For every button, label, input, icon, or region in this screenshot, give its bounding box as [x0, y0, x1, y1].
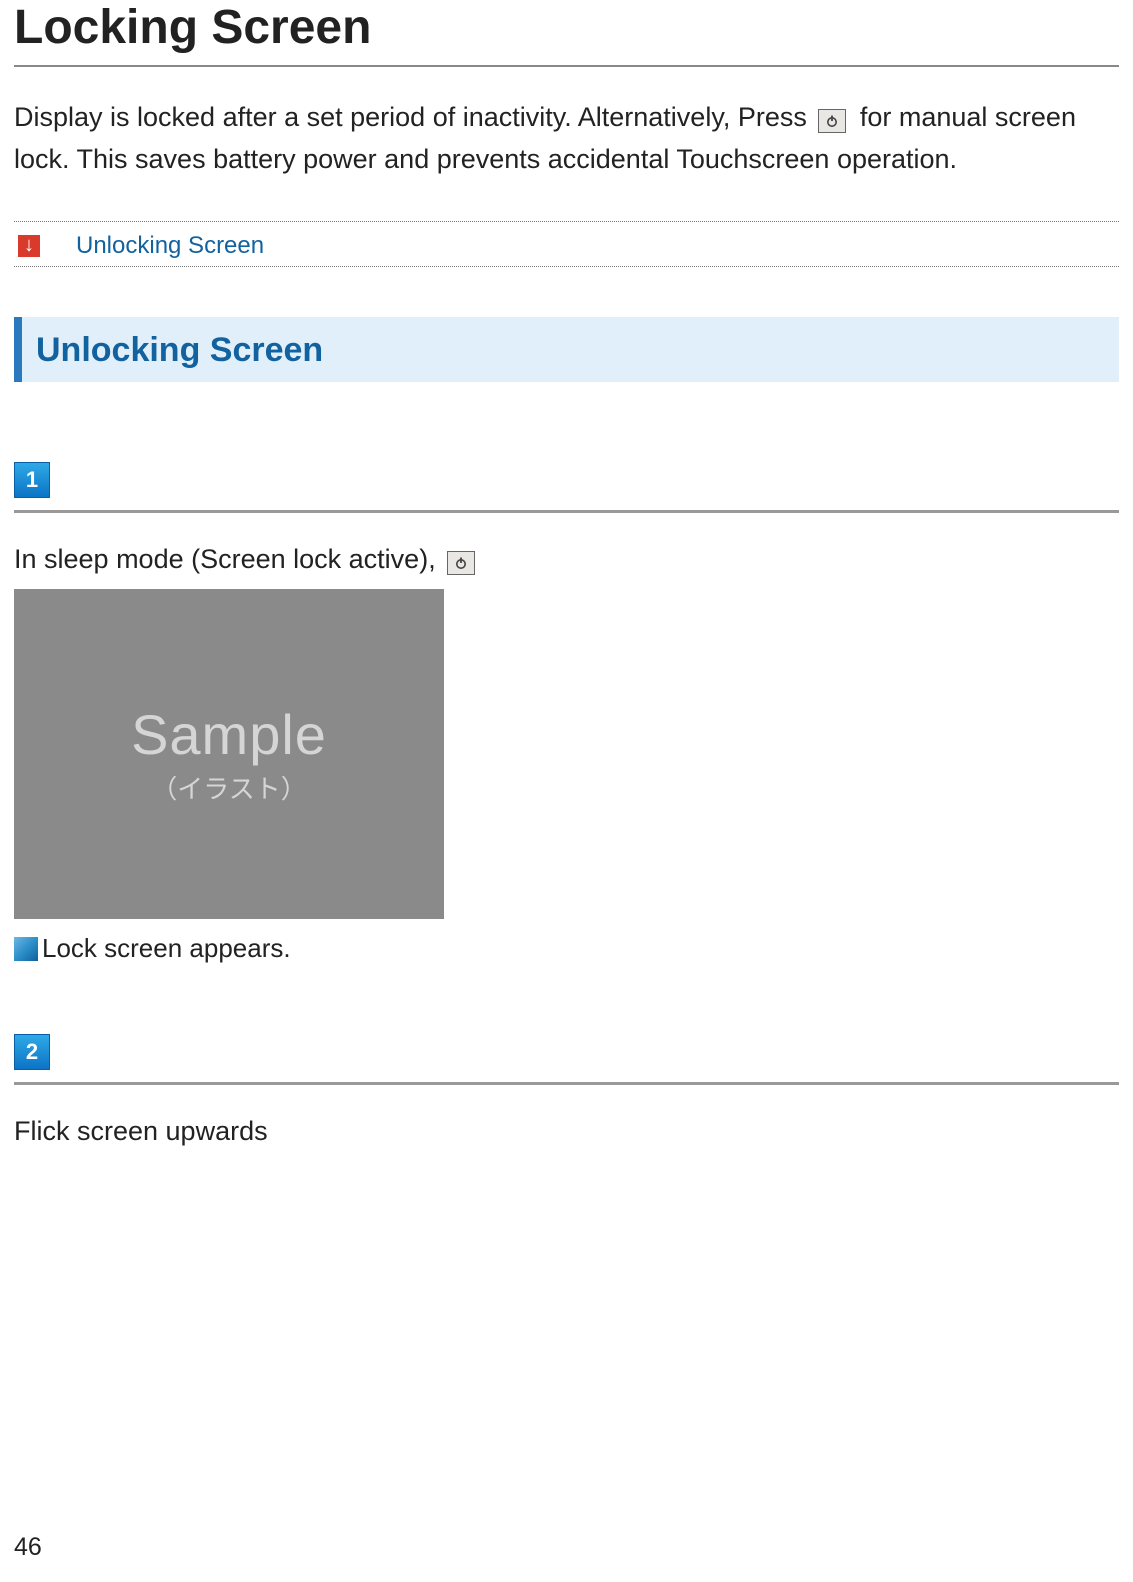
step-2: 2 Flick screen upwards — [14, 1034, 1119, 1152]
step-divider-2 — [14, 1082, 1119, 1085]
link-unlocking-screen[interactable]: Unlocking Screen — [76, 232, 264, 260]
power-button-icon — [818, 109, 846, 133]
sample-illustration-placeholder: Sample （イラスト） — [14, 589, 444, 919]
page-number: 46 — [14, 1533, 42, 1562]
intro-text-1: Display is locked after a set period of … — [14, 102, 814, 132]
down-arrow-icon: ↓ — [18, 235, 40, 257]
step-number-badge-1: 1 — [14, 462, 50, 498]
sample-text-main: Sample — [131, 702, 327, 767]
step-1-text-content: In sleep mode (Screen lock active), — [14, 544, 443, 574]
page-title: Locking Screen — [14, 0, 1119, 65]
step-2-text: Flick screen upwards — [14, 1111, 1119, 1152]
step-divider-1 — [14, 510, 1119, 513]
title-divider — [14, 65, 1119, 67]
note-icon — [14, 937, 38, 961]
intro-paragraph: Display is locked after a set period of … — [14, 97, 1119, 181]
section-header-unlocking: Unlocking Screen — [14, 317, 1119, 382]
step-number-badge-2: 2 — [14, 1034, 50, 1070]
power-button-icon — [447, 551, 475, 575]
step-1-note: Lock screen appears. — [14, 933, 1119, 964]
step-1: 1 In sleep mode (Screen lock active), Sa… — [14, 462, 1119, 965]
section-heading-text: Unlocking Screen — [36, 331, 1103, 370]
step-1-note-text: Lock screen appears. — [42, 933, 291, 964]
sample-text-sub: （イラスト） — [151, 769, 306, 806]
step-1-text: In sleep mode (Screen lock active), — [14, 539, 1119, 580]
anchor-link-list: ↓ Unlocking Screen — [14, 221, 1119, 267]
